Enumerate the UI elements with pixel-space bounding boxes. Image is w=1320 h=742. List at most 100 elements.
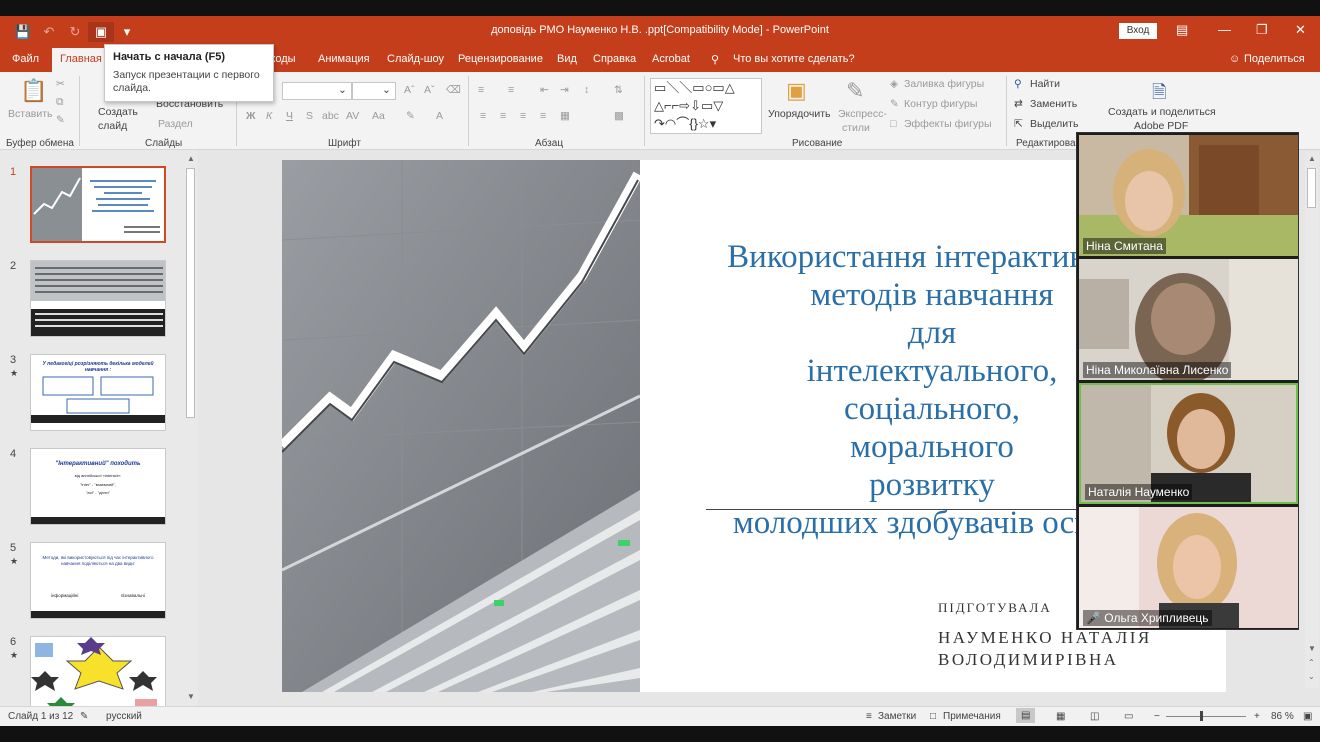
- create-share-pdf-button[interactable]: Создать и поделиться: [1108, 106, 1216, 118]
- section-button[interactable]: Раздел: [158, 118, 193, 130]
- select-button[interactable]: Выделить: [1030, 118, 1078, 130]
- next-slide-icon[interactable]: ⌄: [1308, 672, 1315, 681]
- highlight-icon[interactable]: ✎: [406, 110, 415, 122]
- bullets-icon[interactable]: ≡: [478, 84, 484, 96]
- tab-home[interactable]: Главная: [52, 48, 110, 72]
- scroll-up-icon[interactable]: ▲: [1308, 154, 1316, 163]
- tab-view[interactable]: Вид: [557, 53, 577, 65]
- chevron-down-icon[interactable]: ⌄: [382, 84, 391, 96]
- restore-icon[interactable]: ❐: [1256, 22, 1268, 38]
- indent-icon[interactable]: ⇤: [540, 84, 549, 96]
- slide-thumbnail-5[interactable]: Методи, які використовуються під час інт…: [30, 542, 166, 619]
- cut-icon[interactable]: ✂: [56, 78, 65, 90]
- format-painter-icon[interactable]: ✎: [56, 114, 65, 126]
- outdent-icon[interactable]: ⇥: [560, 84, 569, 96]
- tab-review[interactable]: Рецензирование: [458, 53, 543, 65]
- slide-thumbnail-4[interactable]: "Інтерактивний" походить від англійської…: [30, 448, 166, 525]
- new-slide-button[interactable]: Создать: [98, 106, 138, 118]
- zoom-slider[interactable]: [1166, 716, 1246, 717]
- shrink-font-icon[interactable]: Aˇ: [424, 84, 435, 96]
- notes-icon[interactable]: ≡: [866, 711, 872, 722]
- new-slide-label[interactable]: слайд: [98, 120, 127, 132]
- share-icon[interactable]: ☺: [1229, 53, 1240, 65]
- normal-view-icon[interactable]: ▤: [1016, 708, 1036, 723]
- justify-icon[interactable]: ≡: [540, 110, 546, 122]
- paste-button[interactable]: Вставить: [8, 108, 53, 120]
- comments-button[interactable]: Примечания: [943, 711, 1001, 722]
- participant-tile[interactable]: Ніна Миколаївна Лисенко: [1079, 259, 1298, 380]
- shape-effects-button[interactable]: Эффекты фигуры: [904, 118, 992, 130]
- select-icon[interactable]: ⇱: [1014, 118, 1023, 130]
- shape-outline-button[interactable]: Контур фигуры: [904, 98, 977, 110]
- scroll-up-icon[interactable]: ▲: [187, 154, 195, 163]
- reading-view-icon[interactable]: ◫: [1090, 711, 1099, 722]
- shape-outline-icon[interactable]: ✎: [890, 98, 899, 110]
- fit-slide-icon[interactable]: ▣: [1303, 711, 1312, 722]
- find-button[interactable]: Найти: [1030, 78, 1060, 90]
- smartart-icon[interactable]: ▩: [614, 110, 624, 122]
- minimize-icon[interactable]: —: [1218, 22, 1231, 37]
- zoom-level[interactable]: 86 %: [1271, 711, 1294, 722]
- shadow-icon[interactable]: S: [306, 110, 313, 122]
- close-icon[interactable]: ✕: [1295, 22, 1306, 38]
- participant-tile[interactable]: Ніна Смитана: [1079, 135, 1298, 256]
- underline-icon[interactable]: Ч: [286, 110, 293, 122]
- prepared-by-label[interactable]: ПІДГОТУВАЛА: [938, 600, 1052, 616]
- tab-help[interactable]: Справка: [593, 53, 636, 65]
- login-button[interactable]: Вход: [1119, 23, 1157, 39]
- strikethrough-icon[interactable]: abc: [322, 110, 339, 122]
- comments-icon[interactable]: □: [930, 711, 936, 722]
- bold-icon[interactable]: Ж: [246, 110, 256, 122]
- slide-scrollbar[interactable]: ▲ ▼ ⌃ ⌄: [1305, 152, 1319, 688]
- slide-thumbnail-2[interactable]: [30, 260, 166, 337]
- text-direction-icon[interactable]: ⇅: [614, 84, 623, 96]
- scroll-down-icon[interactable]: ▼: [1308, 644, 1316, 653]
- align-center-icon[interactable]: ≡: [500, 110, 506, 122]
- italic-icon[interactable]: К: [266, 110, 272, 122]
- prev-slide-icon[interactable]: ⌃: [1308, 658, 1315, 667]
- thumbnail-scroll-thumb[interactable]: [186, 168, 195, 418]
- spellcheck-icon[interactable]: ✎: [80, 711, 88, 722]
- shape-fill-icon[interactable]: ◈: [890, 78, 898, 90]
- paste-icon[interactable]: 📋: [20, 78, 47, 104]
- quick-styles-button[interactable]: Экспресс-: [838, 108, 887, 120]
- tab-animation[interactable]: Анимация: [318, 53, 370, 65]
- tab-file[interactable]: Файл: [12, 53, 39, 65]
- line-spacing-icon[interactable]: ↕: [584, 84, 589, 96]
- grow-font-icon[interactable]: Aˆ: [404, 84, 415, 96]
- shapes-gallery[interactable]: ▭＼＼▭○▭△ △⌐⌐⇨⇩▭▽ ↷◠⌒{}☆▾: [650, 78, 762, 134]
- thumbnail-scrollbar[interactable]: ▲ ▼: [184, 152, 198, 704]
- align-left-icon[interactable]: ≡: [480, 110, 486, 122]
- participant-tile[interactable]: 🎤 Ольга Хрипливець: [1079, 507, 1298, 628]
- quick-styles-label[interactable]: стили: [842, 122, 870, 134]
- clear-format-icon[interactable]: ⌫: [446, 84, 461, 96]
- replace-button[interactable]: Заменить: [1030, 98, 1077, 110]
- shape-fill-button[interactable]: Заливка фигуры: [904, 78, 984, 90]
- shape-effects-icon[interactable]: □: [890, 118, 896, 130]
- columns-icon[interactable]: ▦: [560, 110, 570, 122]
- slide-sorter-icon[interactable]: ▦: [1056, 711, 1065, 722]
- zoom-slider-handle[interactable]: [1200, 711, 1203, 721]
- replace-icon[interactable]: ⇄: [1014, 98, 1023, 110]
- change-case-icon[interactable]: Aa: [372, 110, 385, 122]
- tab-acrobat[interactable]: Acrobat: [652, 53, 690, 65]
- author-name[interactable]: НАУМЕНКО НАТАЛІЯ ВОЛОДИМИРІВНА: [938, 627, 1152, 671]
- ribbon-display-icon[interactable]: ▤: [1176, 22, 1188, 38]
- align-right-icon[interactable]: ≡: [520, 110, 526, 122]
- numbering-icon[interactable]: ≡: [508, 84, 514, 96]
- share-button[interactable]: Поделиться: [1244, 53, 1305, 65]
- slide-thumbnail-6[interactable]: [30, 636, 166, 713]
- copy-icon[interactable]: ⧉: [56, 96, 64, 109]
- spacing-icon[interactable]: AV: [346, 110, 359, 122]
- zoom-in-icon[interactable]: +: [1254, 711, 1260, 722]
- scroll-down-icon[interactable]: ▼: [187, 692, 195, 701]
- participant-tile-active-speaker[interactable]: Наталія Науменко: [1079, 383, 1298, 504]
- font-color-icon[interactable]: A: [436, 110, 443, 122]
- slideshow-view-icon[interactable]: ▭: [1124, 711, 1133, 722]
- search-icon[interactable]: ⚲: [1014, 78, 1022, 90]
- chevron-down-icon[interactable]: ⌄: [338, 84, 347, 96]
- slide-scroll-thumb[interactable]: [1307, 168, 1316, 208]
- adobe-pdf-label[interactable]: Adobe PDF: [1134, 120, 1188, 132]
- slide-thumbnail-1[interactable]: [30, 166, 166, 243]
- notes-button[interactable]: Заметки: [878, 711, 916, 722]
